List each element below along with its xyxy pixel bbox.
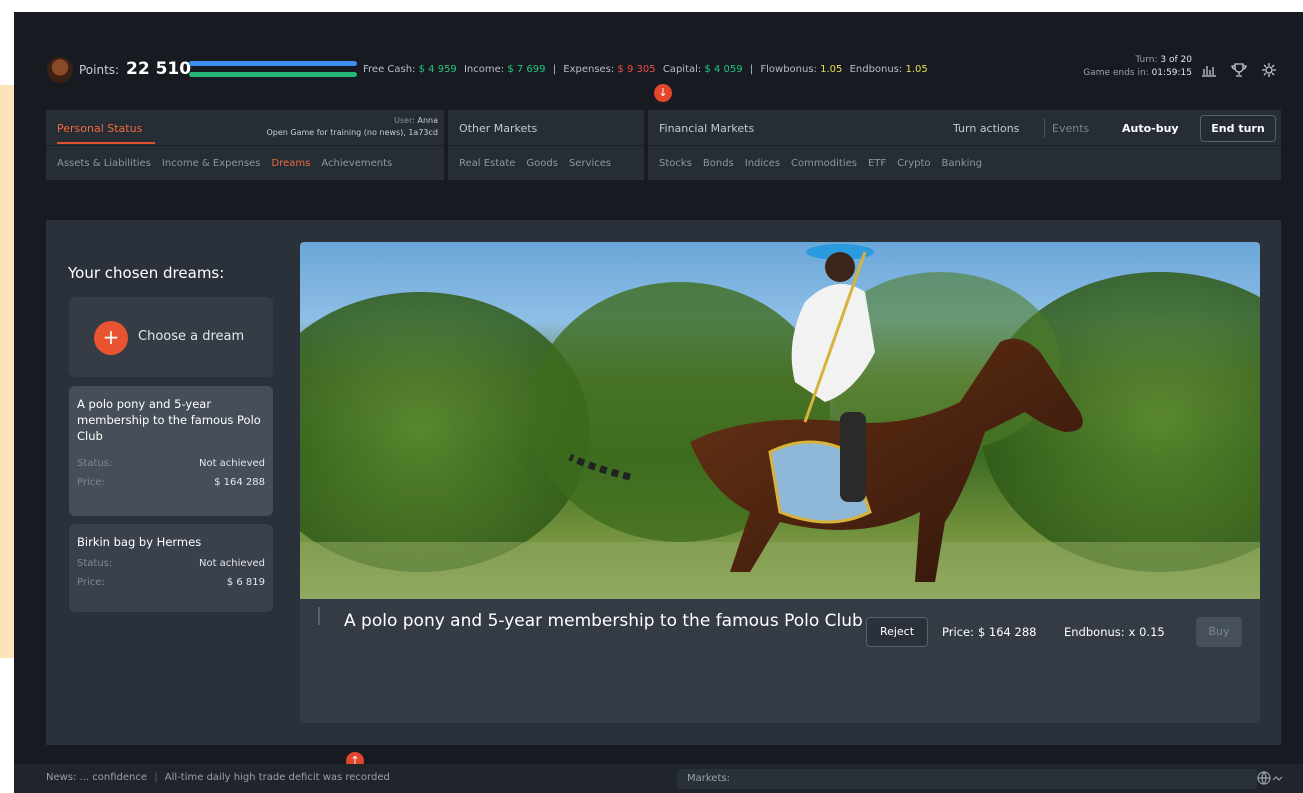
news-item: ... confidence bbox=[79, 772, 148, 783]
tab-etf[interactable]: ETF bbox=[868, 158, 886, 169]
expenses-value: $ 9 305 bbox=[617, 64, 656, 75]
dream-status-label: Status: bbox=[77, 458, 113, 469]
turn-label: Turn: bbox=[1135, 55, 1158, 65]
tab-banking[interactable]: Banking bbox=[942, 158, 983, 169]
detail-price-label: Price: bbox=[942, 625, 974, 639]
tab-crypto[interactable]: Crypto bbox=[897, 158, 930, 169]
globe-icon[interactable] bbox=[1257, 770, 1283, 790]
dream-price-value: $ 164 288 bbox=[214, 477, 265, 488]
plus-icon: + bbox=[94, 321, 128, 355]
free-cash-value: $ 4 959 bbox=[418, 64, 457, 75]
tab-assets-liabilities[interactable]: Assets & Liabilities bbox=[57, 158, 151, 169]
collapse-arrow-down-icon[interactable]: ↓ bbox=[654, 84, 672, 102]
chart-icon[interactable] bbox=[1200, 62, 1218, 78]
financial-markets-title[interactable]: Financial Markets bbox=[659, 122, 754, 135]
detail-price-value: $ 164 288 bbox=[977, 625, 1037, 639]
dream-card[interactable]: Birkin bag by Hermes Status: Not achieve… bbox=[69, 524, 273, 612]
avatar[interactable] bbox=[47, 57, 73, 83]
events-button[interactable]: Events bbox=[1052, 122, 1089, 135]
news-bar: News: ... confidence | All-time daily hi… bbox=[14, 764, 1303, 793]
app-window: Points: 22 510 Free Cash: $ 4 959 Income… bbox=[14, 12, 1303, 793]
income-value: $ 7 699 bbox=[507, 64, 546, 75]
other-markets-title[interactable]: Other Markets bbox=[459, 122, 537, 135]
reject-button[interactable]: Reject bbox=[866, 617, 928, 647]
choose-dream-label: Choose a dream bbox=[138, 329, 245, 344]
auto-buy-button[interactable]: Auto-buy bbox=[1122, 122, 1179, 135]
capital-label: Capital: bbox=[662, 64, 702, 75]
game-ends-label: Game ends in: bbox=[1083, 68, 1149, 78]
flowbonus-label: Flowbonus: bbox=[760, 64, 817, 75]
tab-achievements[interactable]: Achievements bbox=[321, 158, 392, 169]
free-cash-label: Free Cash: bbox=[363, 64, 416, 75]
detail-endbonus-label: Endbonus: bbox=[1064, 625, 1125, 639]
progress-bar-green bbox=[189, 72, 357, 77]
income-label: Income: bbox=[463, 64, 505, 75]
progress-bar-blue bbox=[189, 61, 357, 66]
tab-indices[interactable]: Indices bbox=[745, 158, 780, 169]
choose-dream-button[interactable]: + Choose a dream bbox=[69, 297, 273, 377]
tab-bonds[interactable]: Bonds bbox=[703, 158, 734, 169]
turn-actions-button[interactable]: Turn actions bbox=[953, 122, 1019, 135]
finance-stats: Free Cash: $ 4 959 Income: $ 7 699 | Exp… bbox=[363, 64, 928, 75]
tab-income-expenses[interactable]: Income & Expenses bbox=[162, 158, 261, 169]
game-ends-value: 01:59:15 bbox=[1151, 68, 1192, 78]
detail-price: Price: $ 164 288 bbox=[942, 625, 1036, 639]
trophy-icon[interactable] bbox=[1230, 62, 1248, 78]
expenses-label: Expenses: bbox=[563, 64, 615, 75]
points-value: 22 510 bbox=[126, 59, 192, 79]
dream-photo bbox=[300, 242, 1260, 599]
turn-info: Turn: 3 of 20 Game ends in: 01:59:15 bbox=[1052, 54, 1192, 80]
dreams-panel: Your chosen dreams: + Choose a dream A p… bbox=[46, 220, 1281, 745]
top-icons bbox=[1200, 62, 1278, 78]
game-info: User: Anna Open Game for training (no ne… bbox=[266, 116, 438, 137]
dream-card[interactable]: A polo pony and 5-year membership to the… bbox=[69, 386, 273, 516]
dream-detail-bar: A polo pony and 5-year membership to the… bbox=[300, 599, 1260, 723]
detail-endbonus-value: x 0.15 bbox=[1128, 625, 1165, 639]
personal-status-title[interactable]: Personal Status bbox=[57, 122, 156, 144]
dream-price-label: Price: bbox=[77, 577, 105, 588]
settings-icon[interactable] bbox=[1260, 62, 1278, 78]
polo-illustration bbox=[300, 244, 1260, 599]
news-ticker[interactable]: News: ... confidence | All-time daily hi… bbox=[46, 772, 390, 783]
tab-stocks[interactable]: Stocks bbox=[659, 158, 692, 169]
personal-status-panel: Personal Status User: Anna Open Game for… bbox=[46, 110, 444, 180]
tab-services[interactable]: Services bbox=[569, 158, 611, 169]
capital-value: $ 4 059 bbox=[704, 64, 743, 75]
tab-real-estate[interactable]: Real Estate bbox=[459, 158, 515, 169]
left-edge-strip bbox=[0, 85, 14, 658]
dream-status-label: Status: bbox=[77, 558, 113, 569]
dream-status-value: Not achieved bbox=[198, 458, 265, 469]
financial-markets-panel: Financial Markets Turn actions Events Au… bbox=[648, 110, 1281, 180]
detail-endbonus: Endbonus: x 0.15 bbox=[1064, 625, 1165, 639]
chosen-dreams-title: Your chosen dreams: bbox=[68, 264, 225, 282]
flowbonus-value: 1.05 bbox=[820, 64, 843, 75]
dream-price-value: $ 6 819 bbox=[226, 577, 265, 588]
game-desc: Open Game for training (no news), 1a73cd bbox=[266, 128, 438, 137]
endbonus-label: Endbonus: bbox=[849, 64, 903, 75]
dream-detail-title: A polo pony and 5-year membership to the… bbox=[344, 611, 863, 631]
game-user: Anna bbox=[417, 116, 438, 125]
turn-value: 3 of 20 bbox=[1160, 55, 1192, 65]
dream-title: Birkin bag by Hermes bbox=[77, 535, 202, 549]
end-turn-button[interactable]: End turn bbox=[1200, 115, 1276, 142]
news-item: All-time daily high trade deficit was re… bbox=[164, 772, 390, 783]
points-label: Points: bbox=[79, 63, 120, 77]
markets-label: Markets: bbox=[687, 773, 730, 784]
dream-price-label: Price: bbox=[77, 477, 105, 488]
endbonus-value: 1.05 bbox=[905, 64, 928, 75]
dream-title: A polo pony and 5-year membership to the… bbox=[77, 397, 261, 443]
markets-ticker[interactable]: Markets: bbox=[677, 769, 1257, 789]
other-markets-panel: Other Markets Real Estate Goods Services bbox=[448, 110, 644, 180]
dream-status-value: Not achieved bbox=[198, 558, 265, 569]
buy-button[interactable]: Buy bbox=[1196, 617, 1242, 647]
news-label: News: bbox=[46, 772, 77, 783]
progress-bars bbox=[189, 61, 357, 77]
tab-dreams[interactable]: Dreams bbox=[272, 158, 311, 169]
tab-goods[interactable]: Goods bbox=[526, 158, 558, 169]
tab-commodities[interactable]: Commodities bbox=[791, 158, 857, 169]
